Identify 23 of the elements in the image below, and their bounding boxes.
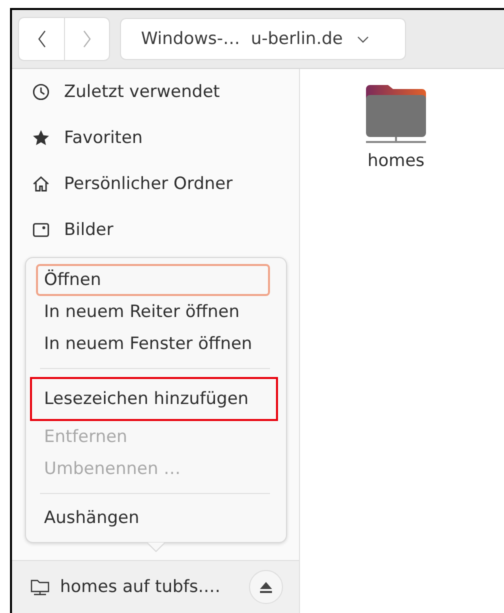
menu-item[interactable]: Aushängen [36,502,270,534]
menu-item[interactable]: Lesezeichen hinzufügen [36,383,270,415]
chevron-down-icon [356,36,369,42]
path-bar[interactable]: Windows-… u-berlin.de [120,18,406,60]
sidebar-item[interactable]: Bilder [12,207,299,253]
star-icon [32,129,50,147]
clock-icon [32,83,50,101]
menu-item[interactable]: In neuem Reiter öffnen [36,296,270,328]
chevron-right-icon [82,30,92,48]
sidebar-item[interactable]: Zuletzt verwendet [12,69,299,115]
eject-icon [260,582,272,592]
path-text: Windows-… u-berlin.de [141,29,343,49]
network-folder-icon [30,578,50,596]
sidebar-item[interactable]: Favoriten [12,115,299,161]
home-icon [32,175,50,193]
chevron-left-icon [36,30,46,48]
eject-button[interactable] [249,570,283,604]
menu-item[interactable]: Öffnen [36,264,270,296]
picture-icon [32,221,50,239]
menu-item[interactable]: In neuem Fenster öffnen [36,328,270,360]
sidebar-item[interactable]: Persönlicher Ordner [12,161,299,207]
mount-item[interactable]: homes auf tubfs.… [12,560,299,613]
folder-label: homes [367,151,425,171]
